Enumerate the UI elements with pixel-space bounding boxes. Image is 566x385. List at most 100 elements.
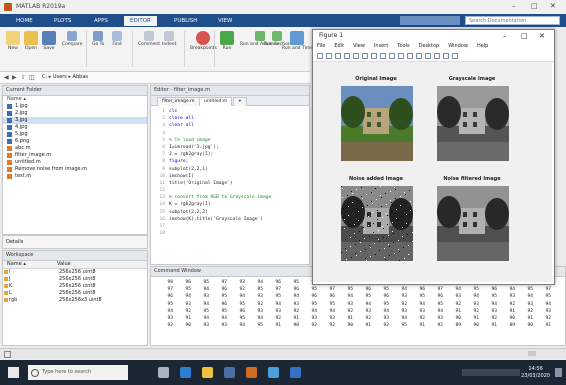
- taskbar-search-input[interactable]: Type here to search: [28, 365, 128, 380]
- open-button[interactable]: Open: [24, 31, 38, 51]
- figure-menu-file[interactable]: File: [317, 42, 325, 51]
- file-list-item[interactable]: filter_image.m: [3, 152, 147, 159]
- file-list-item[interactable]: 5.jpg: [3, 131, 147, 138]
- back-icon[interactable]: ◀: [4, 74, 9, 81]
- editor-tab-untitled[interactable]: untitled.m: [199, 97, 233, 106]
- code-line[interactable]: 4: [151, 130, 309, 137]
- photos-icon[interactable]: [268, 367, 279, 378]
- details-bar[interactable]: Details: [2, 235, 148, 249]
- browse-folder-icon[interactable]: ◫: [29, 74, 35, 81]
- link-icon[interactable]: [416, 53, 422, 59]
- code-line[interactable]: 1 clc: [151, 108, 309, 115]
- code-area[interactable]: 1 clc 2 close all 3 clear all 4 5 % To load imag…: [151, 106, 309, 237]
- system-tray[interactable]: [462, 369, 520, 376]
- save-icon[interactable]: [335, 53, 341, 59]
- workspace-variable-row[interactable]: rgb 256x256x3 uint8: [3, 297, 147, 304]
- code-line[interactable]: 17: [151, 223, 309, 230]
- figure-minimize-icon[interactable]: –: [503, 30, 507, 42]
- workspace-variable-row[interactable]: K 256x256 uint8: [3, 283, 147, 290]
- file-list-item[interactable]: 1.jpg: [3, 103, 147, 110]
- code-line[interactable]: 16 imshow(K),title('Grayscale Image'): [151, 216, 309, 223]
- new-tab-button[interactable]: +: [233, 97, 247, 106]
- name-column-header[interactable]: Name ▴: [3, 96, 147, 103]
- tab-plots[interactable]: PLOTS: [48, 16, 77, 26]
- code-line[interactable]: 11 title('Original Image'): [151, 180, 309, 187]
- workspace-variable-row[interactable]: I 256x256 uint8: [3, 269, 147, 276]
- notifications-icon[interactable]: [555, 368, 562, 377]
- code-line[interactable]: 14 K = rgb2gray(I): [151, 201, 309, 208]
- tab-publish[interactable]: PUBLISH: [168, 16, 203, 26]
- brush-icon[interactable]: [407, 53, 413, 59]
- figure-close-icon[interactable]: ✕: [539, 30, 545, 42]
- minimize-icon[interactable]: –: [512, 2, 516, 10]
- figure-menu-edit[interactable]: Edit: [334, 42, 344, 51]
- close-icon[interactable]: ✕: [550, 2, 556, 10]
- file-list-item[interactable]: Remove noise from image.m: [3, 166, 147, 173]
- matlab-taskbar-icon[interactable]: [246, 367, 257, 378]
- figure-menu-tools[interactable]: Tools: [397, 42, 409, 51]
- code-line[interactable]: 2 close all: [151, 115, 309, 122]
- maximize-icon[interactable]: □: [531, 2, 538, 10]
- figure-maximize-icon[interactable]: □: [521, 30, 528, 42]
- edge-browser-icon[interactable]: [180, 367, 191, 378]
- taskbar-clock[interactable]: 14:56 23/03/2020: [521, 366, 550, 380]
- file-list-item[interactable]: 4.jpg: [3, 124, 147, 131]
- tab-home[interactable]: HOME: [10, 16, 39, 26]
- address-bar[interactable]: ◀ ▶ ⇧ ◫ C: ▸ Users ▸ Abbas: [0, 72, 310, 84]
- current-path[interactable]: C: ▸ Users ▸ Abbas: [42, 74, 88, 80]
- code-line[interactable]: 12: [151, 187, 309, 194]
- figure-menu-window[interactable]: Window: [448, 42, 468, 51]
- code-line[interactable]: 6 I=imread('3.jpg');: [151, 144, 309, 151]
- store-icon[interactable]: [224, 367, 235, 378]
- breakpoints-button[interactable]: Breakpoints: [190, 31, 217, 51]
- new-figure-icon[interactable]: [317, 53, 323, 59]
- show-plot-tools-icon[interactable]: [452, 53, 458, 59]
- workspace-variable-row[interactable]: L 256x256 uint8: [3, 290, 147, 297]
- windows-start-icon[interactable]: [8, 367, 19, 378]
- file-list-item[interactable]: abc.m: [3, 145, 147, 152]
- run-and-time-button[interactable]: Run and Time: [282, 31, 313, 51]
- code-line[interactable]: 15 subplot(2,2,2): [151, 209, 309, 216]
- file-explorer-icon[interactable]: [202, 367, 213, 378]
- scroll-indicator[interactable]: [528, 351, 536, 356]
- figure-menu-help[interactable]: Help: [477, 42, 488, 51]
- code-line[interactable]: 9 subplot(2,2,1): [151, 166, 309, 173]
- code-line[interactable]: 5 % To load image: [151, 137, 309, 144]
- search-documentation-input[interactable]: Search Documentation: [465, 16, 560, 25]
- tab-editor[interactable]: EDITOR: [124, 16, 157, 26]
- task-view-icon[interactable]: [158, 367, 169, 378]
- data-cursor-icon[interactable]: [398, 53, 404, 59]
- go-to-button[interactable]: Go To: [92, 31, 104, 47]
- workspace-value-header[interactable]: Value: [57, 261, 147, 268]
- workspace-variable-row[interactable]: J 256x256 uint8: [3, 276, 147, 283]
- file-list-item[interactable]: untitled.m: [3, 159, 147, 166]
- compare-button[interactable]: Compare: [62, 31, 82, 47]
- figure-menu-desktop[interactable]: Desktop: [419, 42, 440, 51]
- code-line[interactable]: 10 imshow(I): [151, 173, 309, 180]
- find-button[interactable]: Find: [112, 31, 122, 47]
- code-line[interactable]: 13 % convert from RGB to Grayscale image: [151, 194, 309, 201]
- rotate-icon[interactable]: [389, 53, 395, 59]
- save-button[interactable]: Save: [42, 31, 56, 51]
- code-line[interactable]: 8 figure;: [151, 158, 309, 165]
- run-button[interactable]: Run: [220, 31, 234, 51]
- forward-icon[interactable]: ▶: [12, 74, 17, 81]
- editor-tab-filter-image[interactable]: filter_image.m: [157, 97, 200, 106]
- code-line[interactable]: 7 J = rgb2gray(I);: [151, 151, 309, 158]
- indent-button[interactable]: Indent: [162, 31, 176, 47]
- open-icon[interactable]: [326, 53, 332, 59]
- workspace-name-header[interactable]: Name ▴: [3, 261, 57, 268]
- tab-view[interactable]: VIEW: [212, 16, 238, 26]
- legend-icon[interactable]: [434, 53, 440, 59]
- quick-access-toolbar[interactable]: [400, 16, 460, 25]
- print-icon[interactable]: [344, 53, 350, 59]
- file-list-item[interactable]: 6.png: [3, 138, 147, 145]
- pointer-icon[interactable]: [353, 53, 359, 59]
- hide-plot-tools-icon[interactable]: [443, 53, 449, 59]
- pan-icon[interactable]: [380, 53, 386, 59]
- figure-menu-view[interactable]: View: [353, 42, 365, 51]
- tab-apps[interactable]: APPS: [88, 16, 114, 26]
- zoom-out-icon[interactable]: [371, 53, 377, 59]
- figure-menu-insert[interactable]: Insert: [374, 42, 388, 51]
- file-list-item[interactable]: 3.jpg: [3, 117, 147, 124]
